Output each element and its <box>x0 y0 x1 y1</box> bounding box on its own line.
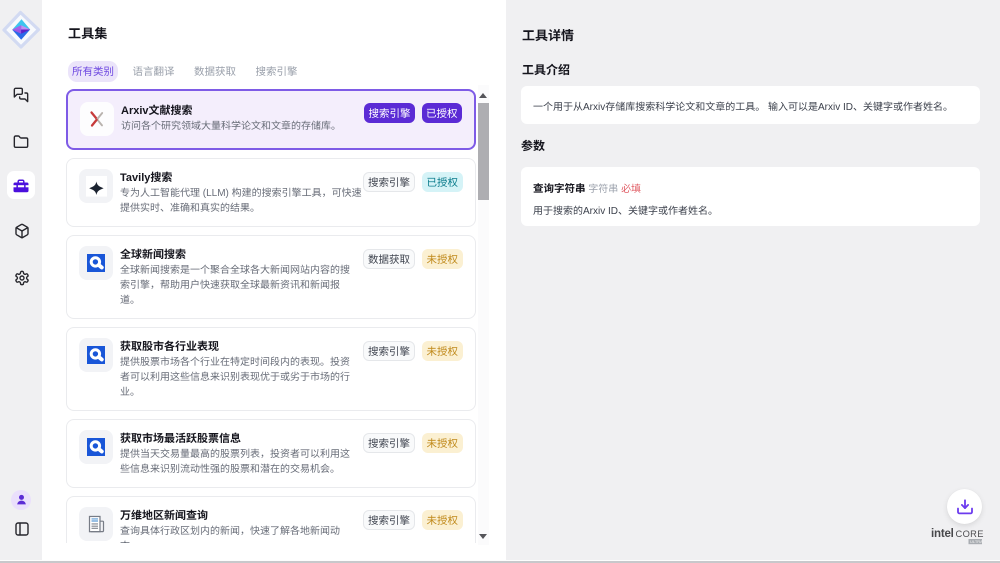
svg-text:intel: intel <box>931 528 954 540</box>
svg-text:ULTRA: ULTRA <box>970 539 983 544</box>
svg-text:CORE: CORE <box>956 529 984 539</box>
